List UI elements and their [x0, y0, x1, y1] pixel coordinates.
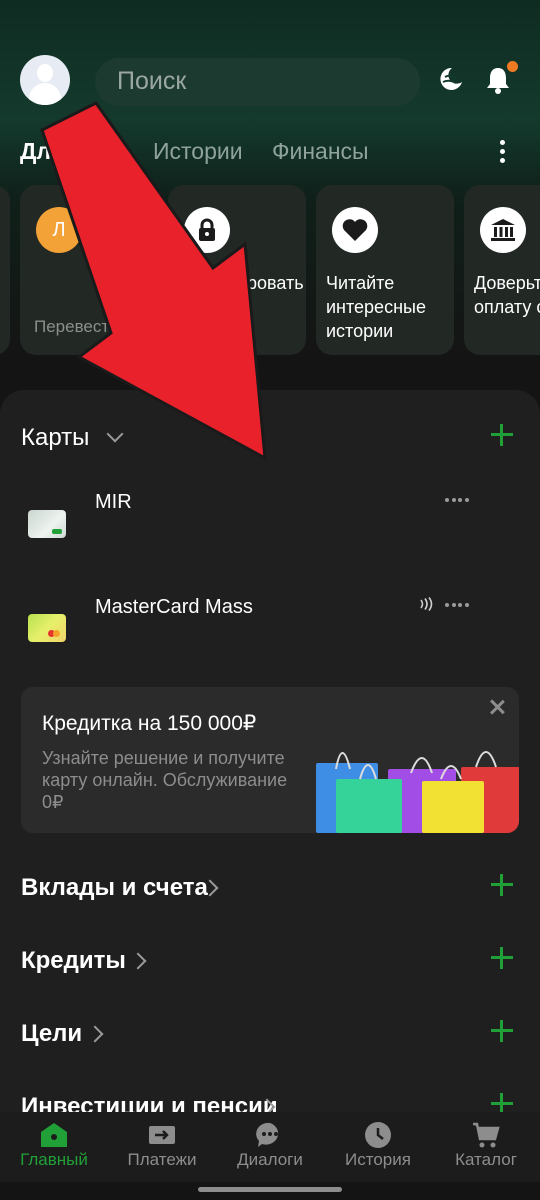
top-header — [0, 55, 540, 110]
bottom-navigation: Главный Платежи Диалоги История Каталог — [0, 1112, 540, 1182]
search-bar[interactable] — [95, 58, 420, 106]
add-deposit-plus-icon[interactable] — [491, 874, 513, 896]
chevron-right-icon — [86, 1025, 104, 1043]
heart-icon — [332, 207, 378, 253]
cart-icon — [473, 1122, 500, 1148]
profile-avatar[interactable] — [20, 55, 70, 105]
story-card-block[interactable]: Заблокировать — [168, 185, 306, 355]
promo-title: Кредитка на 150 000₽ — [42, 712, 257, 735]
chat-icon — [256, 1122, 279, 1147]
nav-label: История — [345, 1150, 411, 1169]
nav-home[interactable]: Главный — [0, 1112, 108, 1182]
section-title: Кредиты — [21, 947, 126, 974]
sber-app-main: Для вас Истории Финансы Л Перевести Забл… — [0, 0, 540, 1200]
clock-icon — [365, 1122, 391, 1148]
story-subtext: Перевести — [34, 317, 119, 336]
notification-dot — [507, 61, 518, 72]
nav-history[interactable]: История — [324, 1112, 432, 1182]
add-goal-plus-icon[interactable] — [491, 1020, 513, 1042]
nav-label: Каталог — [455, 1150, 517, 1169]
story-text: Доверьте нам оплату счетов — [474, 273, 540, 317]
promo-description: Узнайте решение и получите карту онлайн.… — [42, 748, 288, 812]
payments-icon — [149, 1126, 175, 1144]
section-title: Карты — [21, 424, 90, 451]
story-card-bills[interactable]: Доверьте нам оплату счетов — [464, 185, 540, 355]
nav-dialogs[interactable]: Диалоги — [216, 1112, 324, 1182]
add-credit-plus-icon[interactable] — [491, 947, 513, 969]
chevron-right-icon — [129, 952, 147, 970]
search-input[interactable] — [117, 67, 407, 96]
card-dots-icon — [445, 497, 469, 503]
deposits-section-header[interactable]: Вклады и счета — [21, 868, 521, 908]
bank-icon — [480, 207, 526, 253]
moon-assistant-icon[interactable] — [436, 65, 464, 93]
story-card-read[interactable]: Читайте интересные истории — [316, 185, 454, 355]
avatar-body — [29, 83, 61, 105]
nav-catalog[interactable]: Каталог — [432, 1112, 540, 1182]
card-row-mastercard[interactable]: MasterCard Mass — [0, 588, 540, 678]
nav-label: Главный — [20, 1150, 88, 1169]
story-card-partial[interactable] — [0, 185, 10, 355]
tab-finance[interactable]: Финансы — [272, 138, 369, 165]
more-vertical-icon[interactable] — [497, 140, 507, 164]
avatar-letter: Л — [52, 218, 66, 241]
shopping-bags-illustration — [316, 739, 519, 833]
lock-icon — [184, 207, 230, 253]
card-name: MIR — [95, 491, 132, 513]
close-icon[interactable] — [489, 699, 505, 715]
products-panel: Карты MIR MasterCard Mass Кредитка на 15… — [0, 390, 540, 1120]
home-icon — [41, 1123, 67, 1147]
chevron-down-icon — [106, 425, 124, 443]
contactless-icon — [420, 597, 433, 611]
goals-section-header[interactable]: Цели — [21, 1014, 521, 1054]
nav-label: Платежи — [127, 1150, 197, 1169]
cards-section-header[interactable]: Карты — [21, 418, 521, 458]
story-card-transfer[interactable]: Л Перевести — [20, 185, 158, 355]
nav-label: Диалоги — [237, 1150, 303, 1169]
section-title: Вклады и счета — [21, 874, 208, 901]
story-text: Читайте интересные истории — [326, 273, 426, 341]
card-dots-icon — [445, 602, 469, 608]
mastercard-card-image — [28, 614, 66, 642]
section-title: Цели — [21, 1020, 83, 1047]
card-row-mir[interactable]: MIR — [0, 482, 540, 572]
nav-payments[interactable]: Платежи — [108, 1112, 216, 1182]
tab-stories[interactable]: Истории — [153, 138, 243, 165]
tab-for-you[interactable]: Для вас — [20, 138, 110, 165]
letter-avatar-icon: Л — [36, 207, 82, 253]
card-name: MasterCard Mass — [95, 596, 253, 618]
system-home-indicator[interactable] — [198, 1187, 342, 1192]
story-text: Заблокировать — [178, 273, 304, 293]
add-card-plus-icon[interactable] — [491, 424, 513, 446]
mir-card-image — [28, 510, 66, 538]
credits-section-header[interactable]: Кредиты — [21, 941, 521, 981]
avatar-head — [37, 64, 53, 82]
stories-carousel: Л Перевести Заблокировать Читайте интере… — [0, 185, 540, 357]
credit-card-promo[interactable]: Кредитка на 150 000₽ Узнайте решение и п… — [21, 687, 519, 833]
